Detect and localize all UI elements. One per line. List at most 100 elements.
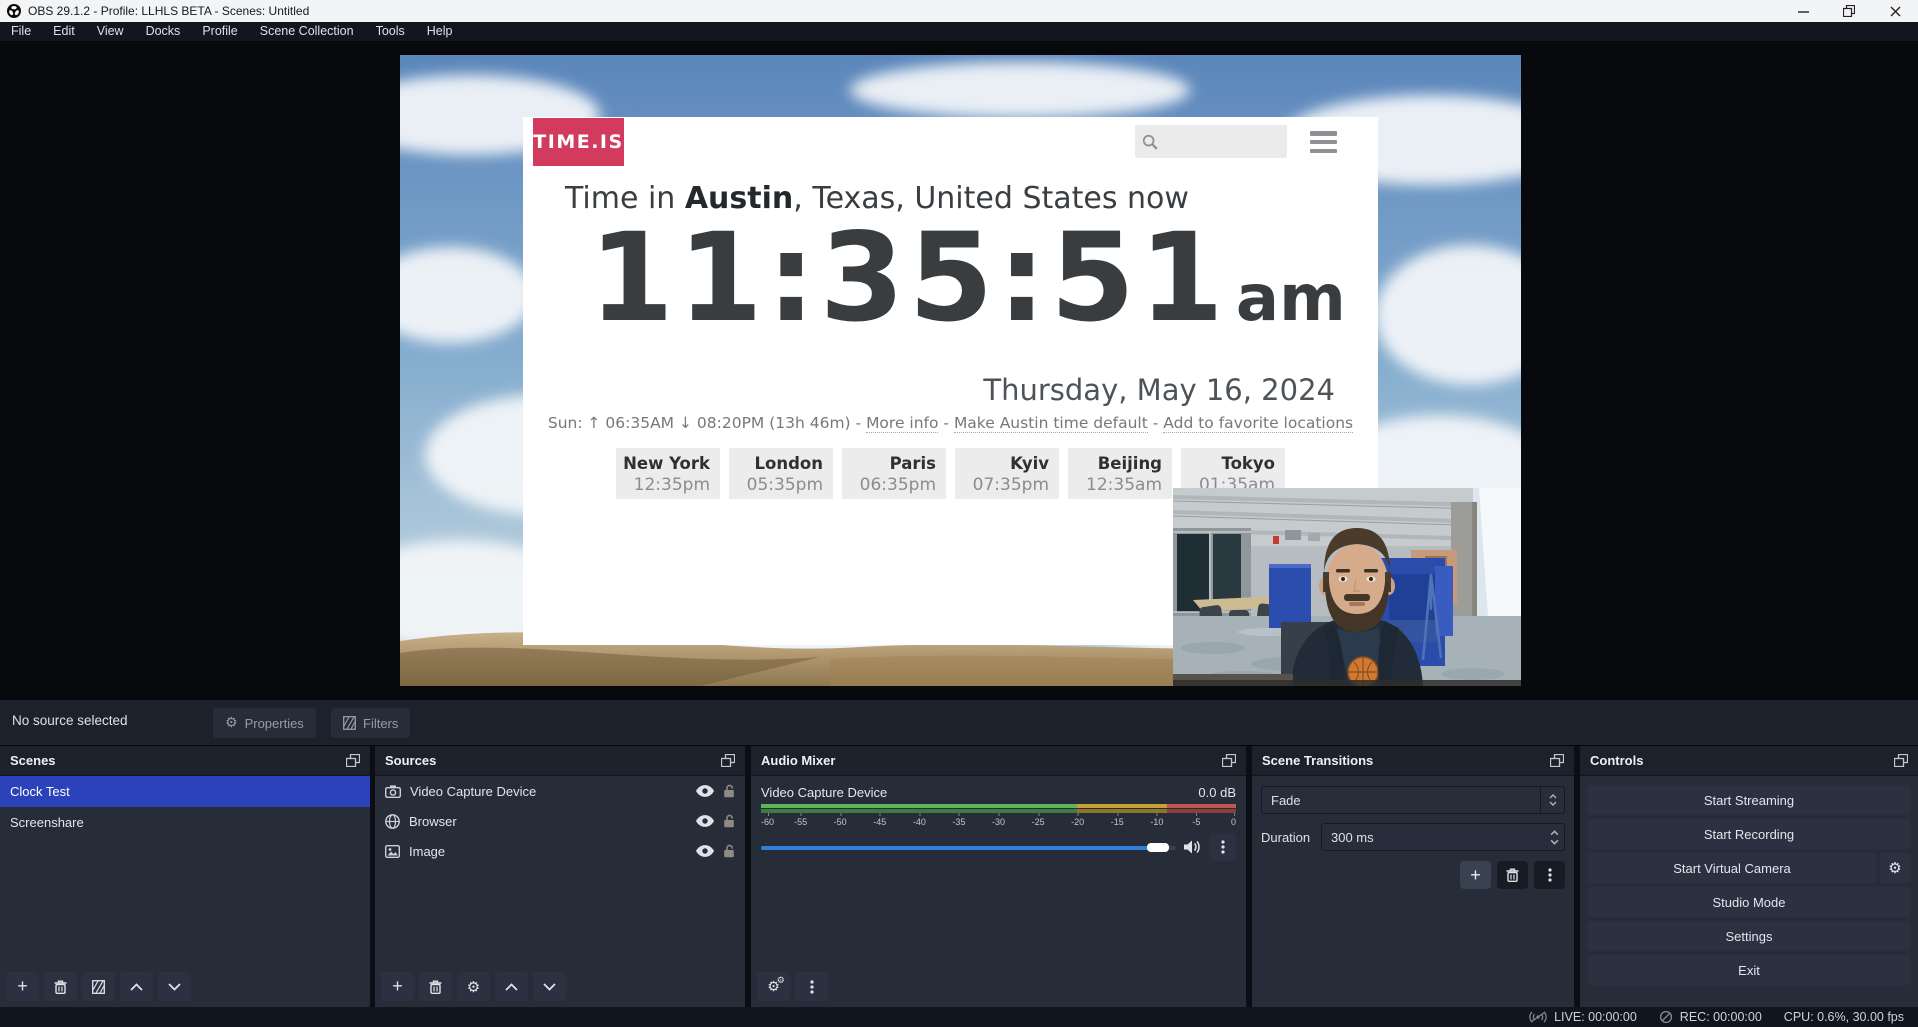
move-source-down-button[interactable] xyxy=(533,972,566,1001)
duration-input[interactable]: 300 ms xyxy=(1321,823,1565,851)
source-item-browser[interactable]: Browser xyxy=(375,806,745,836)
sun-times: Sun: ↑ 06:35AM ↓ 08:20PM (13h 46m) xyxy=(548,414,851,432)
chevron-up-icon xyxy=(505,983,518,991)
menu-docks[interactable]: Docks xyxy=(135,22,192,41)
record-inactive-icon xyxy=(1659,1010,1673,1024)
channel-level-db: 0.0 dB xyxy=(1198,785,1236,800)
source-item-video-capture[interactable]: Video Capture Device xyxy=(375,776,745,806)
source-item-image[interactable]: Image xyxy=(375,836,745,866)
close-button[interactable] xyxy=(1872,0,1918,22)
start-recording-button[interactable]: Start Recording xyxy=(1588,819,1910,849)
lock-icon[interactable] xyxy=(723,814,735,828)
advanced-audio-button[interactable]: ⚙⚙ xyxy=(757,972,790,1001)
mixer-channel-menu-button[interactable] xyxy=(1210,833,1236,861)
cpu-fps-status: CPU: 0.6%, 30.00 fps xyxy=(1784,1010,1904,1024)
statusbar: LIVE: 00:00:00 REC: 00:00:00 CPU: 0.6%, … xyxy=(0,1007,1918,1027)
menu-help[interactable]: Help xyxy=(416,22,464,41)
city-card: London05:35pm xyxy=(729,448,833,499)
menu-file[interactable]: File xyxy=(0,22,42,41)
lock-icon[interactable] xyxy=(723,784,735,798)
obs-logo-icon xyxy=(7,4,21,18)
start-virtual-camera-button[interactable]: Start Virtual Camera xyxy=(1588,853,1876,883)
webcam-video xyxy=(1173,488,1521,686)
exit-button[interactable]: Exit xyxy=(1588,955,1910,985)
volume-slider[interactable] xyxy=(761,843,1176,852)
live-status: LIVE: 00:00:00 xyxy=(1529,1010,1637,1024)
chevron-down-icon xyxy=(168,983,181,991)
scene-item-clock-test[interactable]: Clock Test xyxy=(0,776,370,807)
visibility-eye-icon[interactable] xyxy=(696,845,714,857)
popout-icon[interactable] xyxy=(721,754,735,767)
popout-icon[interactable] xyxy=(346,754,360,767)
volume-slider-handle[interactable] xyxy=(1147,843,1169,852)
speaker-icon[interactable] xyxy=(1184,840,1202,854)
kebab-menu-icon xyxy=(1221,840,1225,854)
move-source-up-button[interactable] xyxy=(495,972,528,1001)
popout-icon[interactable] xyxy=(1222,754,1236,767)
controls-header: Controls xyxy=(1580,746,1918,776)
scene-filters-button[interactable] xyxy=(82,972,115,1001)
menu-scene-collection[interactable]: Scene Collection xyxy=(249,22,365,41)
lock-icon[interactable] xyxy=(723,844,735,858)
chevron-up-icon xyxy=(1549,794,1557,799)
scene-item-screenshare[interactable]: Screenshare xyxy=(0,807,370,838)
mixer-menu-button[interactable] xyxy=(795,972,828,1001)
sun-info-line: Sun: ↑ 06:35AM ↓ 08:20PM (13h 46m) - Mor… xyxy=(523,414,1378,432)
minimize-button[interactable] xyxy=(1780,0,1826,22)
transition-menu-button[interactable] xyxy=(1534,861,1565,889)
scenes-panel-header: Scenes xyxy=(0,746,370,776)
clock-time: 11:35:51 xyxy=(589,217,1228,339)
more-info-link: More info xyxy=(866,414,938,433)
chevron-up-icon xyxy=(1550,830,1559,836)
timeis-date: Thursday, May 16, 2024 xyxy=(983,373,1335,407)
titlebar: OBS 29.1.2 - Profile: LLHLS BETA - Scene… xyxy=(0,0,1918,22)
scene-transitions-header: Scene Transitions xyxy=(1252,746,1574,776)
globe-icon xyxy=(385,814,400,829)
move-scene-down-button[interactable] xyxy=(158,972,191,1001)
restore-button[interactable] xyxy=(1826,0,1872,22)
timeis-search-box xyxy=(1135,125,1287,158)
menu-tools[interactable]: Tools xyxy=(365,22,416,41)
move-scene-up-button[interactable] xyxy=(120,972,153,1001)
make-default-link: Make Austin time default xyxy=(954,414,1148,433)
spinner-arrows[interactable] xyxy=(1544,830,1564,845)
transition-select[interactable]: Fade xyxy=(1261,786,1565,814)
trash-icon xyxy=(429,980,442,994)
start-streaming-button[interactable]: Start Streaming xyxy=(1588,785,1910,815)
timeis-clock: 11:35:51 am xyxy=(589,217,1346,339)
source-properties-button[interactable]: ⚙ xyxy=(457,972,490,1001)
hamburger-menu-icon xyxy=(1310,131,1337,153)
scenes-toolbar: + xyxy=(6,972,191,1001)
add-source-button[interactable]: + xyxy=(381,972,414,1001)
visibility-eye-icon[interactable] xyxy=(696,785,714,797)
remove-scene-button[interactable] xyxy=(44,972,77,1001)
city-card: Beijing12:35am xyxy=(1068,448,1172,499)
filters-button[interactable]: Filters xyxy=(331,708,410,738)
window-controls xyxy=(1780,0,1918,22)
visibility-eye-icon[interactable] xyxy=(696,815,714,827)
studio-mode-button[interactable]: Studio Mode xyxy=(1588,887,1910,917)
add-transition-button[interactable]: + xyxy=(1460,861,1491,889)
duration-label: Duration xyxy=(1261,830,1321,845)
gear-icon: ⚙ xyxy=(1888,859,1901,877)
city-card: New York12:35pm xyxy=(616,448,720,499)
settings-button[interactable]: Settings xyxy=(1588,921,1910,951)
timeis-logo: TIME.IS xyxy=(533,118,624,166)
popout-icon[interactable] xyxy=(1550,754,1564,767)
popout-icon[interactable] xyxy=(1894,754,1908,767)
controls-panel: Controls Start Streaming Start Recording… xyxy=(1580,746,1918,1007)
menu-profile[interactable]: Profile xyxy=(191,22,248,41)
menu-edit[interactable]: Edit xyxy=(42,22,86,41)
chevron-down-icon xyxy=(543,983,556,991)
window-title: OBS 29.1.2 - Profile: LLHLS BETA - Scene… xyxy=(28,4,309,18)
mixer-toolbar: ⚙⚙ xyxy=(757,972,828,1001)
video-preview[interactable]: TIME.IS Time in Austin, Texas, United St… xyxy=(400,55,1521,686)
add-scene-button[interactable]: + xyxy=(6,972,39,1001)
virtual-camera-config-button[interactable]: ⚙ xyxy=(1880,853,1910,883)
properties-button[interactable]: ⚙ Properties xyxy=(213,708,316,738)
remove-transition-button[interactable] xyxy=(1497,861,1528,889)
filters-icon xyxy=(343,716,356,730)
audio-mixer-panel: Audio Mixer Video Capture Device 0.0 dB … xyxy=(751,746,1246,1007)
remove-source-button[interactable] xyxy=(419,972,452,1001)
menu-view[interactable]: View xyxy=(86,22,135,41)
